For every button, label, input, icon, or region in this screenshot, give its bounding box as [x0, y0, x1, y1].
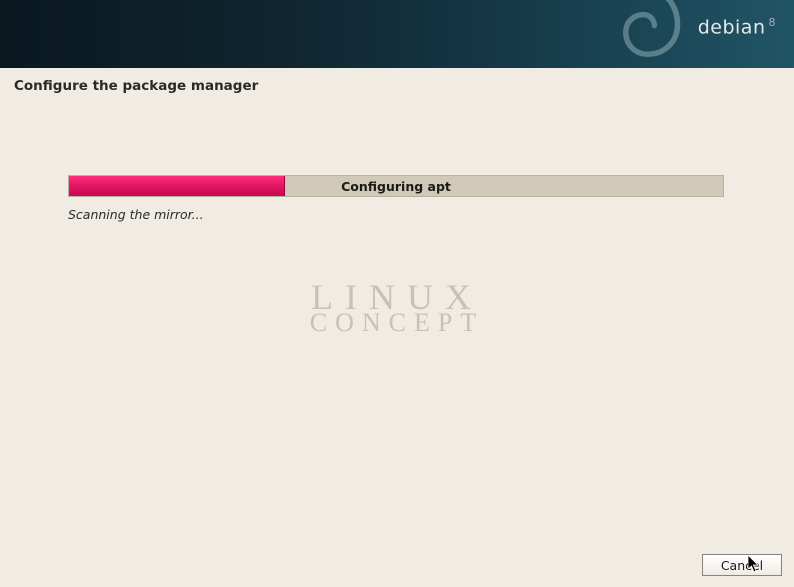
progress-label: Configuring apt	[69, 176, 723, 196]
content-area: Configuring apt Scanning the mirror... L…	[0, 102, 794, 561]
watermark-line1: LINUX	[310, 282, 484, 314]
watermark-line2: CONCEPT	[310, 312, 484, 335]
debian-swirl-icon	[584, 0, 694, 68]
brand-version: 8	[769, 16, 777, 29]
brand-name: debian	[698, 16, 766, 38]
status-text: Scanning the mirror...	[68, 207, 724, 222]
page-title: Configure the package manager	[0, 68, 794, 102]
cancel-button[interactable]: Cancel	[702, 554, 782, 576]
brand-label: debian8	[698, 16, 776, 38]
footer: Cancel	[0, 543, 794, 587]
progress-bar: Configuring apt	[68, 175, 724, 197]
progress-area: Configuring apt Scanning the mirror...	[68, 175, 724, 222]
installer-header: debian8	[0, 0, 794, 68]
watermark: LINUX CONCEPT	[310, 282, 484, 335]
